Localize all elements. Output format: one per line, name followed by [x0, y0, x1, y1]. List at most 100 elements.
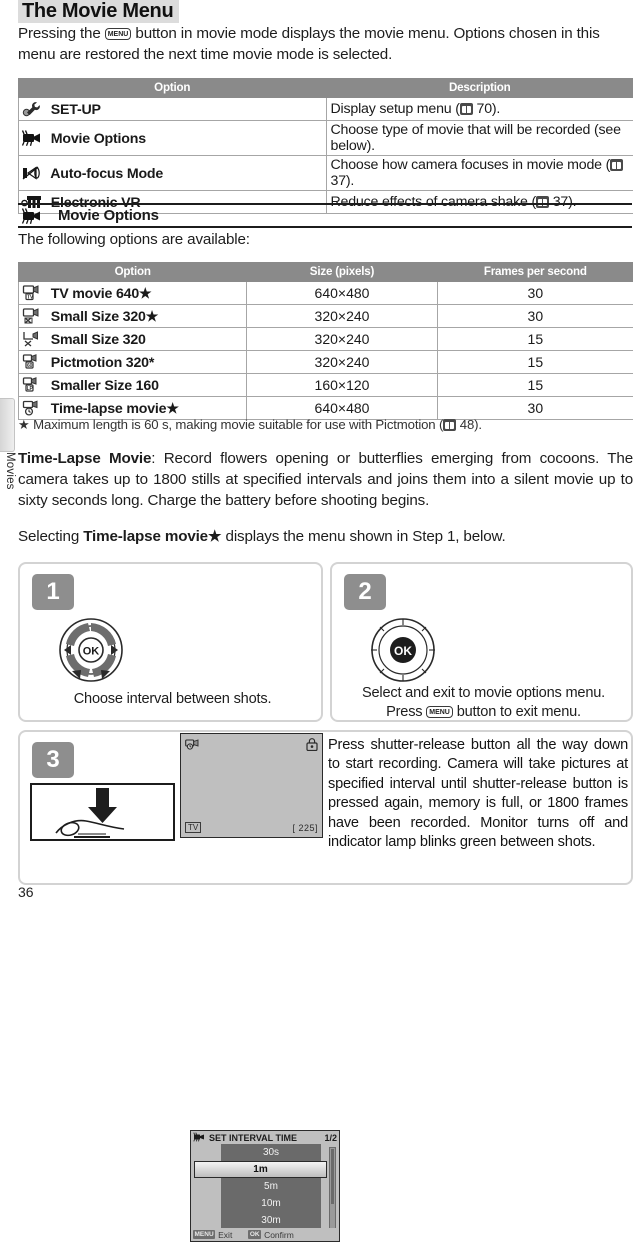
- fps-cell: 15: [437, 374, 633, 397]
- table-row: LP Smaller Size 160 160×120 15: [19, 374, 633, 397]
- lcd-title-bar: SET INTERVAL TIME 1/2: [191, 1131, 339, 1144]
- step-3-body-text: Press shutter-release button all the way…: [328, 736, 628, 852]
- chapter-tab-label: Movies: [0, 452, 16, 522]
- list-item[interactable]: 10m: [221, 1195, 321, 1212]
- column-header-fps: Frames per second: [437, 263, 633, 282]
- option-cell: Auto-focus Mode: [19, 156, 327, 191]
- option-label: Time-lapse movie★: [51, 401, 179, 417]
- option-label: SET-UP: [51, 102, 101, 118]
- lcd-footer: MENUExit OKConfirm: [191, 1228, 339, 1241]
- step-1-panel: 1 OK: [18, 562, 323, 722]
- description-text-after: ).: [346, 173, 354, 189]
- autofocus-icon: [21, 164, 43, 182]
- footnote: ★ Maximum length is 60 s, making movie s…: [18, 416, 618, 434]
- frames-remaining-counter: [ 225]: [292, 823, 318, 833]
- size-cell: 320×240: [247, 328, 437, 351]
- svg-text:OK: OK: [394, 644, 412, 658]
- list-item[interactable]: 30m: [221, 1212, 321, 1229]
- available-options-text: The following options are available:: [18, 229, 578, 250]
- list-item-selected[interactable]: 1m: [194, 1161, 327, 1178]
- wrench-setup-icon: [21, 100, 43, 118]
- table-row: 60 Pictmotion 320* 320×240 15: [19, 351, 633, 374]
- movie-pictmotion-icon: 60: [21, 353, 43, 371]
- timelapse-paragraph: Time-Lapse Movie: Record flowers opening…: [18, 448, 633, 511]
- movie-mode-indicator: TV: [185, 822, 201, 833]
- page-ref-icon: [460, 103, 473, 115]
- fps-cell: 15: [437, 351, 633, 374]
- chapter-tab: [0, 398, 15, 452]
- lcd-footer-confirm-label: Confirm: [264, 1230, 294, 1240]
- description-page-number: 37: [331, 173, 346, 189]
- selecting-paragraph: Selecting Time-lapse movie★ displays the…: [18, 526, 633, 547]
- svg-text:TV: TV: [27, 295, 34, 301]
- multi-selector-dial[interactable]: OK: [368, 616, 438, 689]
- option-cell: TV TV movie 640★: [19, 282, 247, 305]
- page-title: The Movie Menu: [18, 0, 179, 22]
- ok-key-icon: OK: [248, 1230, 261, 1239]
- shutter-press-illustration: [30, 783, 175, 841]
- lcd-title-text: SET INTERVAL TIME: [209, 1133, 297, 1143]
- column-header-size: Size (pixels): [247, 263, 437, 282]
- page-number: 36: [18, 884, 34, 900]
- fps-cell: 15: [437, 328, 633, 351]
- list-item[interactable]: 5m: [221, 1178, 321, 1195]
- movie-camera-icon: [20, 207, 46, 224]
- table-row: TV TV movie 640★ 640×480 30: [19, 282, 633, 305]
- interval-list[interactable]: 30s 1m 5m 10m 30m: [191, 1144, 339, 1228]
- table-row: Movie Options Choose type of movie that …: [19, 121, 633, 156]
- page-ref-icon: [610, 159, 623, 171]
- description-cell: Display setup menu ( 70).: [326, 98, 633, 121]
- description-cell: Choose how camera focuses in movie mode …: [326, 156, 633, 191]
- table-row: Auto-focus Mode Choose how camera focuse…: [19, 156, 633, 191]
- table-header-row: Option Description: [19, 79, 633, 98]
- step-2-panel: 2 OK: [330, 562, 633, 722]
- fps-cell: 30: [437, 282, 633, 305]
- footnote-page-number: 48: [456, 417, 474, 432]
- table-row: Small Size 320★ 320×240 30: [19, 305, 633, 328]
- multi-selector-dial[interactable]: OK: [56, 616, 126, 689]
- section-header-movie-options: Movie Options: [18, 203, 632, 228]
- movie-timelapse-icon: [21, 399, 43, 417]
- size-cell: 640×480: [247, 282, 437, 305]
- movie-options-table: Option Size (pixels) Frames per second T…: [18, 262, 633, 420]
- manual-page: The Movie Menu Pressing the MENU button …: [0, 0, 633, 907]
- table-row: SET-UP Display setup menu ( 70).: [19, 98, 633, 121]
- option-cell: Small Size 320: [19, 328, 247, 351]
- movie-small-icon: [21, 330, 43, 348]
- svg-text:LP: LP: [27, 386, 34, 392]
- size-cell: 320×240: [247, 305, 437, 328]
- step-2-caption-line2: Press MENU button to exit menu.: [332, 703, 633, 722]
- option-cell: Movie Options: [19, 121, 327, 156]
- table-row: Small Size 320 320×240 15: [19, 328, 633, 351]
- size-cell: 320×240: [247, 351, 437, 374]
- caption-text-before: Press: [386, 704, 426, 720]
- table-header-row: Option Size (pixels) Frames per second: [19, 263, 633, 282]
- intro-text-before: Pressing the: [18, 25, 105, 42]
- frames-remaining-value: 225: [298, 823, 315, 833]
- description-text-after: ).: [492, 101, 500, 117]
- description-text: Choose type of movie that will be record…: [331, 122, 621, 154]
- svg-text:OK: OK: [83, 646, 100, 658]
- step-2-caption-line1: Select and exit to movie options menu.: [332, 684, 633, 703]
- movie-camera-icon: [21, 129, 43, 147]
- column-header-description: Description: [326, 79, 633, 98]
- page-ref-icon: [443, 419, 456, 431]
- column-header-option: Option: [19, 263, 247, 282]
- movie-smaller-icon: LP: [21, 376, 43, 394]
- step-badge-1: 1: [32, 574, 74, 610]
- menu-button-icon: MENU: [105, 28, 132, 40]
- description-page-number: 70: [473, 101, 492, 117]
- caption-text-after: button to exit menu.: [453, 704, 581, 720]
- option-label: Auto-focus Mode: [50, 166, 163, 182]
- column-header-option: Option: [19, 79, 327, 98]
- selecting-text-before: Selecting: [18, 528, 83, 545]
- option-cell: 60 Pictmotion 320*: [19, 351, 247, 374]
- svg-text:60: 60: [27, 363, 33, 369]
- scrollbar[interactable]: [329, 1147, 336, 1229]
- step-1-caption: Choose interval between shots.: [20, 690, 325, 709]
- option-label: TV movie 640★: [51, 286, 152, 302]
- lcd-screen-liveview: TV [ 225]: [180, 733, 323, 838]
- selecting-text-after: displays the menu shown in Step 1, below…: [221, 528, 505, 545]
- list-item[interactable]: 30s: [221, 1144, 321, 1161]
- option-cell: LP Smaller Size 160: [19, 374, 247, 397]
